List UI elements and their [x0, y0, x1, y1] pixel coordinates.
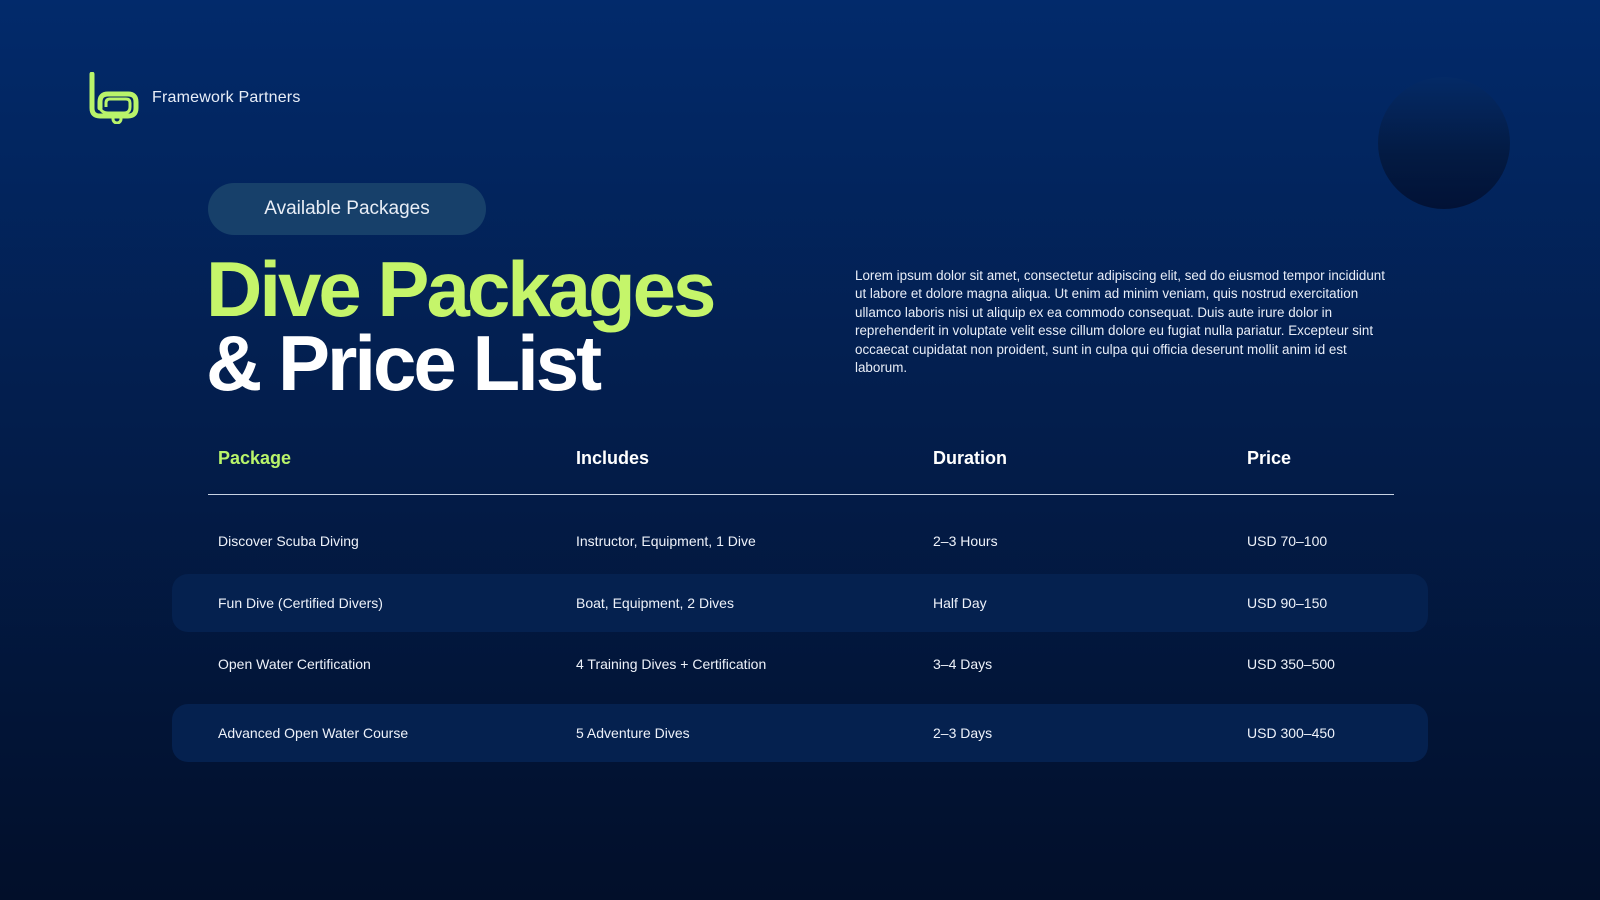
page-title-line1: Dive Packages	[206, 245, 716, 333]
page-title-line2: & Price List	[206, 319, 602, 407]
cell-duration: 2–3 Hours	[933, 533, 998, 549]
decorative-circle	[1378, 77, 1510, 209]
cell-price: USD 70–100	[1247, 533, 1328, 549]
cell-includes: 5 Adventure Dives	[576, 725, 690, 741]
price-table: Package Includes Duration Price Discover…	[172, 438, 1428, 762]
cell-price: USD 300–450	[1247, 725, 1335, 741]
description-text: Lorem ipsum dolor sit amet, consectetur …	[855, 268, 1385, 376]
table-header: Package Includes Duration Price	[172, 438, 1428, 495]
header-price: Price	[1247, 448, 1292, 468]
table-row: Discover Scuba Diving Instructor, Equipm…	[172, 512, 1428, 570]
brand-logo: Framework Partners	[88, 72, 301, 124]
cell-package: Discover Scuba Diving	[218, 533, 359, 549]
header-divider	[208, 494, 1394, 495]
cell-includes: Instructor, Equipment, 1 Dive	[576, 533, 756, 549]
available-packages-badge: Available Packages	[208, 183, 486, 235]
cell-package: Advanced Open Water Course	[218, 725, 409, 741]
cell-includes: Boat, Equipment, 2 Dives	[576, 595, 734, 611]
cell-duration: Half Day	[933, 595, 987, 611]
cell-package: Open Water Certification	[218, 656, 371, 672]
table-row: Advanced Open Water Course 5 Adventure D…	[172, 704, 1428, 762]
header-duration: Duration	[933, 448, 1007, 468]
cell-includes: 4 Training Dives + Certification	[576, 656, 767, 672]
table-row: Open Water Certification 4 Training Dive…	[172, 635, 1428, 693]
table-row: Fun Dive (Certified Divers) Boat, Equipm…	[172, 574, 1428, 632]
snorkel-mask-icon	[89, 72, 139, 124]
cell-duration: 2–3 Days	[933, 725, 993, 741]
brand-name: Framework Partners	[152, 89, 301, 106]
cell-price: USD 350–500	[1247, 656, 1335, 672]
cell-duration: 3–4 Days	[933, 656, 993, 672]
cell-package: Fun Dive (Certified Divers)	[218, 595, 383, 611]
header-package: Package	[218, 448, 292, 468]
cell-price: USD 90–150	[1247, 595, 1328, 611]
header-includes: Includes	[576, 448, 650, 468]
